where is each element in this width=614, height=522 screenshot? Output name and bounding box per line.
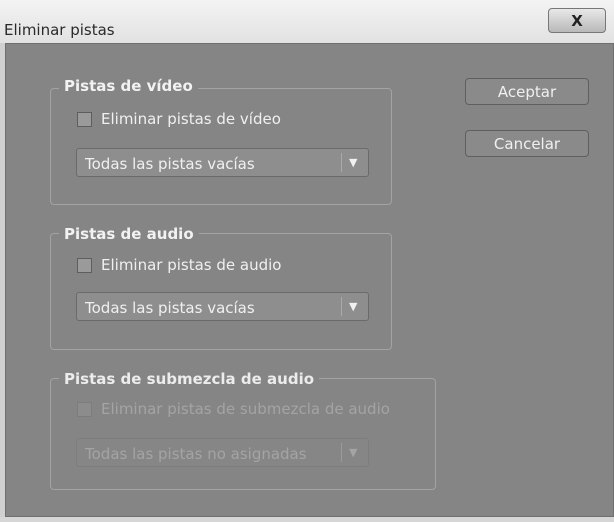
video-tracks-group [50,88,392,205]
submix-tracks-title: Pistas de submezcla de audio [59,370,320,388]
delete-video-tracks-option[interactable]: Eliminar pistas de vídeo [77,110,281,128]
chevron-down-icon: ▼ [349,446,358,459]
delete-submix-tracks-label: Eliminar pistas de submezcla de audio [101,400,390,418]
delete-audio-tracks-label: Eliminar pistas de audio [101,256,282,274]
close-button[interactable]: X [548,8,606,33]
delete-video-tracks-checkbox[interactable] [77,111,92,127]
close-icon: X [571,11,583,30]
delete-audio-tracks-option[interactable]: Eliminar pistas de audio [77,256,281,274]
submix-tracks-group [50,378,436,490]
dialog-body: Pistas de vídeo Eliminar pistas de vídeo… [5,43,614,517]
audio-tracks-select-value: Todas las pistas vacías [85,299,255,317]
window-frame-bottom [0,517,614,522]
cancel-button[interactable]: Cancelar [465,130,589,157]
chevron-down-icon: ▼ [349,300,358,313]
delete-submix-tracks-checkbox [77,401,92,417]
delete-submix-tracks-option: Eliminar pistas de submezcla de audio [77,400,390,418]
video-tracks-select-value: Todas las pistas vacías [85,155,255,173]
submix-tracks-select: Todas las pistas no asignadas ▼ [76,438,369,467]
chevron-down-icon: ▼ [349,156,358,169]
submix-tracks-select-value: Todas las pistas no asignadas [85,445,307,463]
title-bar: Eliminar pistas X [0,0,614,44]
video-tracks-select[interactable]: Todas las pistas vacías ▼ [76,148,369,177]
delete-audio-tracks-checkbox[interactable] [77,257,92,273]
select-divider [341,443,342,462]
video-tracks-title: Pistas de vídeo [59,77,198,95]
delete-video-tracks-label: Eliminar pistas de vídeo [101,110,281,128]
audio-tracks-select[interactable]: Todas las pistas vacías ▼ [76,292,369,321]
audio-tracks-title: Pistas de audio [59,225,199,243]
select-divider [341,153,342,172]
select-divider [341,297,342,316]
window-title: Eliminar pistas [4,21,115,39]
accept-button[interactable]: Aceptar [465,78,589,105]
